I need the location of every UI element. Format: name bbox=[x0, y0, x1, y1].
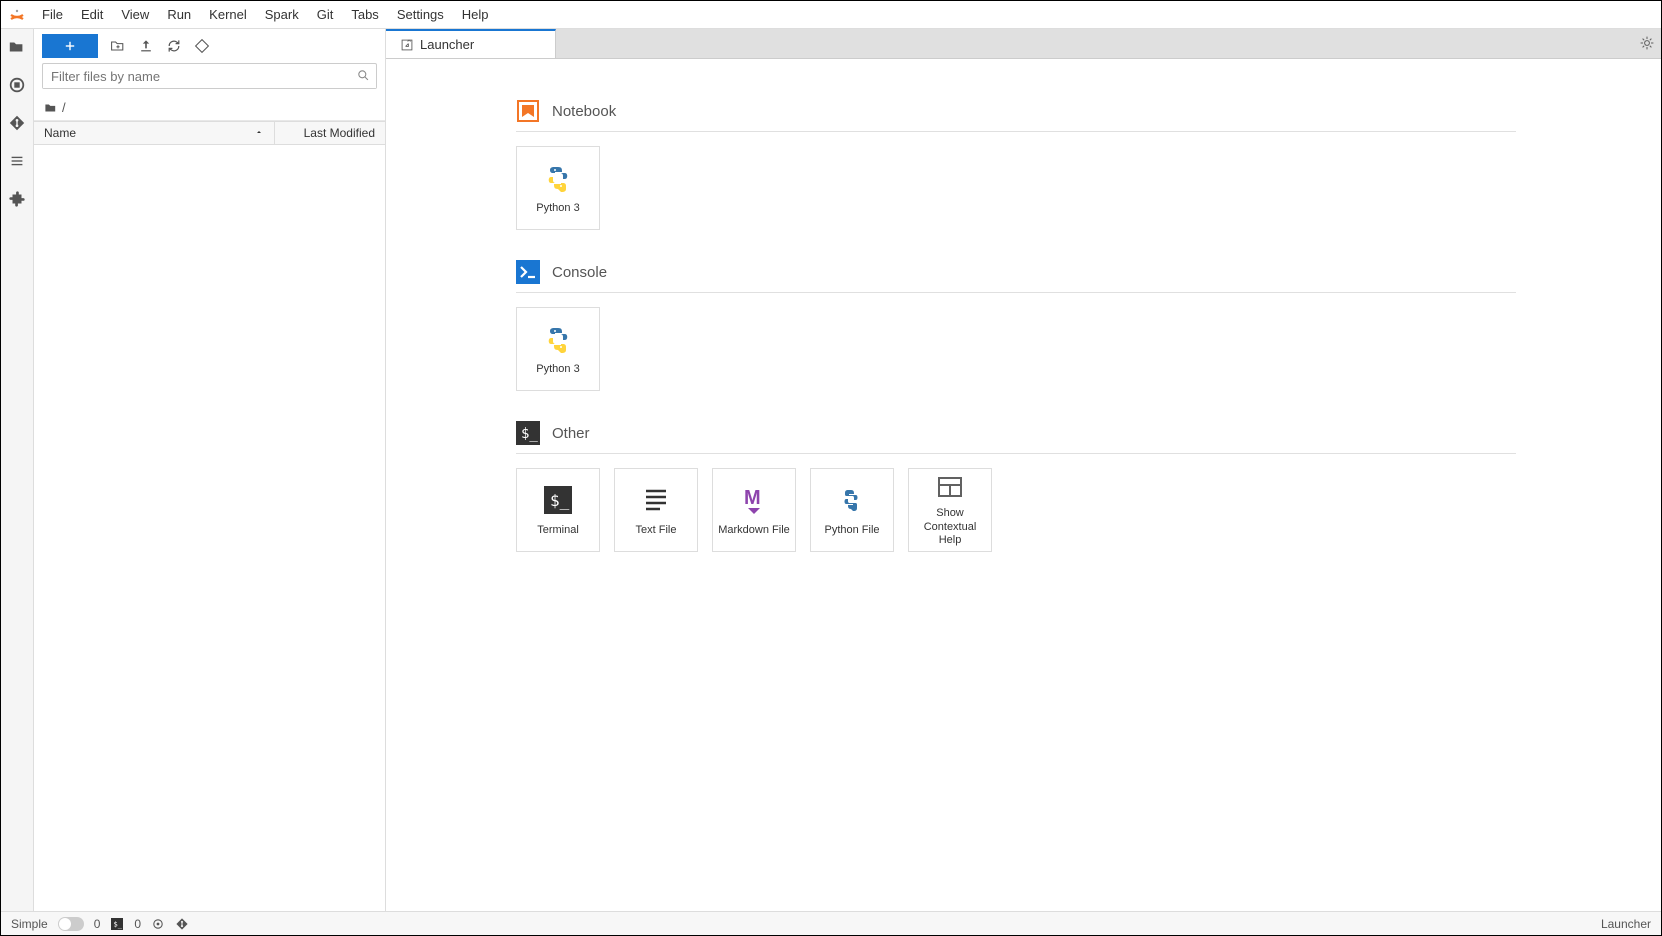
tab-launcher[interactable]: Launcher bbox=[386, 29, 556, 58]
file-browser: / Name Last Modified bbox=[34, 29, 386, 911]
section-console: Console Python 3 bbox=[516, 260, 1516, 391]
menu-run[interactable]: Run bbox=[158, 3, 200, 26]
breadcrumb-root: / bbox=[62, 100, 66, 115]
git-pull-icon[interactable] bbox=[194, 38, 210, 54]
markdown-icon bbox=[736, 482, 772, 518]
card-contextual-help[interactable]: Show Contextual Help bbox=[908, 468, 992, 552]
card-label: Terminal bbox=[537, 524, 579, 537]
extensions-icon[interactable] bbox=[7, 189, 27, 209]
new-launcher-button[interactable] bbox=[42, 34, 98, 58]
main-area: / Name Last Modified Launcher Note bbox=[1, 29, 1661, 911]
column-name[interactable]: Name bbox=[34, 122, 275, 144]
filebrowser-toolbar bbox=[34, 29, 385, 63]
menu-spark[interactable]: Spark bbox=[256, 3, 308, 26]
toc-icon[interactable] bbox=[7, 151, 27, 171]
card-python-file[interactable]: Python File bbox=[810, 468, 894, 552]
launcher-tab-icon bbox=[400, 38, 414, 52]
git-icon[interactable] bbox=[7, 113, 27, 133]
menu-settings[interactable]: Settings bbox=[388, 3, 453, 26]
tab-bar: Launcher bbox=[386, 29, 1661, 59]
status-bar: Simple 0 0 Launcher bbox=[1, 911, 1661, 935]
notebook-section-icon bbox=[516, 99, 540, 123]
card-label: Python 3 bbox=[536, 202, 579, 215]
section-other: Other Terminal Text File Markdown File bbox=[516, 421, 1516, 552]
card-markdown-file[interactable]: Markdown File bbox=[712, 468, 796, 552]
terminal-icon bbox=[540, 482, 576, 518]
terminal-status-icon[interactable] bbox=[110, 917, 124, 931]
filebrowser-header: Name Last Modified bbox=[34, 121, 385, 145]
section-title: Notebook bbox=[552, 103, 616, 120]
python-icon bbox=[540, 321, 576, 357]
upload-icon[interactable] bbox=[138, 38, 154, 54]
card-label: Markdown File bbox=[718, 524, 790, 537]
column-name-label: Name bbox=[44, 126, 76, 140]
card-label: Python 3 bbox=[536, 363, 579, 376]
launcher-panel: Notebook Python 3 Console bbox=[386, 59, 1661, 911]
new-folder-icon[interactable] bbox=[110, 38, 126, 54]
simple-toggle[interactable] bbox=[58, 917, 84, 931]
kernel-status-icon[interactable] bbox=[151, 917, 165, 931]
breadcrumb[interactable]: / bbox=[34, 95, 385, 121]
status-mode: Launcher bbox=[1601, 917, 1651, 931]
card-terminal[interactable]: Terminal bbox=[516, 468, 600, 552]
activity-bar bbox=[1, 29, 34, 911]
menubar: File Edit View Run Kernel Spark Git Tabs… bbox=[1, 1, 1661, 29]
settings-gear-icon[interactable] bbox=[1639, 35, 1655, 54]
card-console-python3[interactable]: Python 3 bbox=[516, 307, 600, 391]
menu-tabs[interactable]: Tabs bbox=[342, 3, 387, 26]
file-listing bbox=[34, 145, 385, 911]
filebrowser-filter bbox=[34, 63, 385, 95]
status-count-1: 0 bbox=[94, 917, 101, 931]
sort-caret-icon bbox=[254, 126, 264, 140]
git-status-icon[interactable] bbox=[175, 917, 189, 931]
section-notebook: Notebook Python 3 bbox=[516, 99, 1516, 230]
menu-help[interactable]: Help bbox=[453, 3, 498, 26]
running-icon[interactable] bbox=[7, 75, 27, 95]
section-title: Other bbox=[552, 425, 590, 442]
folder-icon[interactable] bbox=[7, 37, 27, 57]
menu-git[interactable]: Git bbox=[308, 3, 343, 26]
other-section-icon bbox=[516, 421, 540, 445]
search-icon bbox=[356, 68, 370, 85]
card-text-file[interactable]: Text File bbox=[614, 468, 698, 552]
folder-icon bbox=[44, 101, 58, 115]
simple-label: Simple bbox=[11, 917, 48, 931]
section-title: Console bbox=[552, 264, 607, 281]
jupyter-logo-icon bbox=[7, 5, 27, 25]
card-notebook-python3[interactable]: Python 3 bbox=[516, 146, 600, 230]
menu-edit[interactable]: Edit bbox=[72, 3, 112, 26]
filter-input[interactable] bbox=[43, 65, 376, 88]
card-label: Python File bbox=[824, 524, 879, 537]
menu-view[interactable]: View bbox=[112, 3, 158, 26]
python-icon bbox=[540, 160, 576, 196]
python-file-icon bbox=[834, 482, 870, 518]
tab-label: Launcher bbox=[420, 37, 474, 52]
text-file-icon bbox=[638, 482, 674, 518]
contextual-help-icon bbox=[932, 473, 968, 501]
status-count-2: 0 bbox=[134, 917, 141, 931]
menu-kernel[interactable]: Kernel bbox=[200, 3, 256, 26]
card-label: Show Contextual Help bbox=[913, 507, 987, 547]
console-section-icon bbox=[516, 260, 540, 284]
card-label: Text File bbox=[636, 524, 677, 537]
menu-file[interactable]: File bbox=[33, 3, 72, 26]
refresh-icon[interactable] bbox=[166, 38, 182, 54]
work-area: Launcher Notebook Python 3 bbox=[386, 29, 1661, 911]
column-modified[interactable]: Last Modified bbox=[275, 126, 385, 140]
